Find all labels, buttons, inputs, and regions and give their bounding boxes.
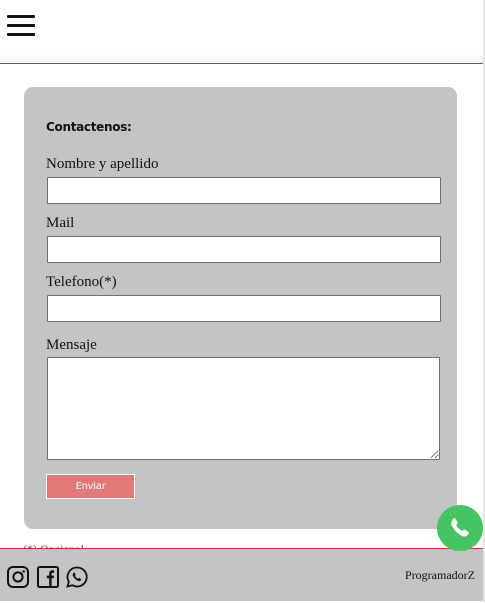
phone-label: Telefono(*) (46, 274, 117, 290)
whatsapp-icon (451, 518, 470, 537)
instagram-icon[interactable] (6, 565, 30, 589)
facebook-icon[interactable] (36, 565, 60, 589)
message-label: Mensaje (46, 337, 97, 353)
phone-input[interactable] (47, 295, 441, 322)
form-title: Contactenos: (46, 120, 132, 134)
whatsapp-icon[interactable] (65, 565, 89, 589)
mail-input[interactable] (47, 236, 441, 263)
hamburger-bar (7, 15, 35, 18)
hamburger-menu-icon[interactable] (7, 15, 35, 37)
contact-form: Contactenos: Nombre y apellido Mail Tele… (24, 87, 457, 529)
mail-label: Mail (46, 215, 75, 231)
brand-name: ProgramadorZ (405, 568, 475, 582)
send-button[interactable]: Enviar (46, 474, 135, 499)
name-label: Nombre y apellido (46, 156, 159, 172)
whatsapp-floating-button[interactable] (437, 505, 483, 551)
name-input[interactable] (47, 177, 441, 204)
message-textarea[interactable] (47, 357, 440, 460)
hamburger-bar (7, 24, 35, 27)
footer: ProgramadorZ (0, 548, 483, 601)
hamburger-bar (7, 33, 35, 36)
top-navbar (0, 0, 483, 64)
